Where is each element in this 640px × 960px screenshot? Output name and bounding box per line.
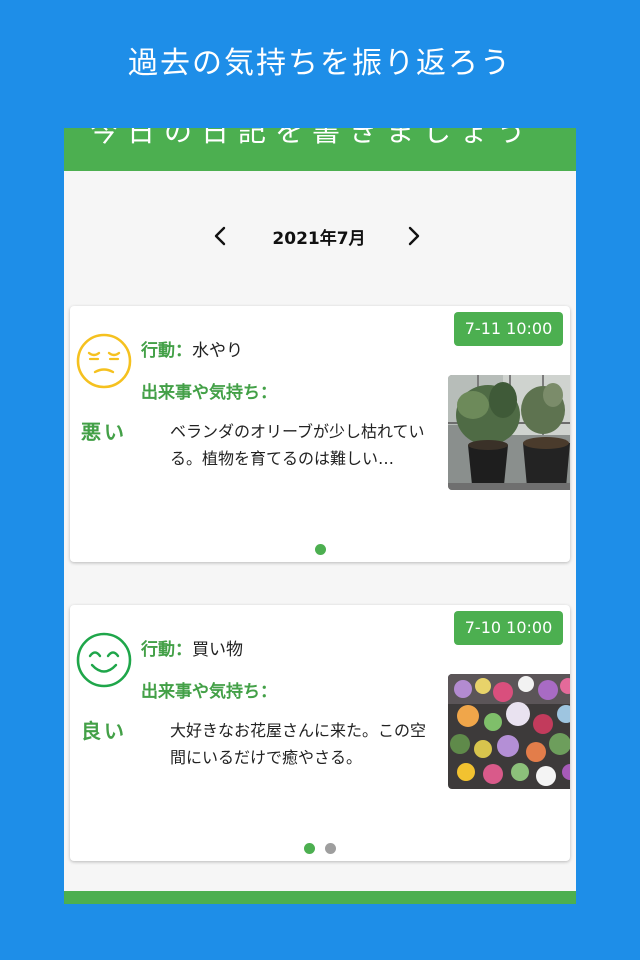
action-value: 買い物 bbox=[192, 640, 243, 660]
photo-pager-dots bbox=[70, 540, 570, 555]
phone-screen: 今日の日記を書きましょう 2021年7月 悪い 行動：水やり 出来事や気持ち： … bbox=[64, 128, 576, 904]
chevron-right-icon bbox=[408, 226, 420, 246]
diary-entry-card[interactable]: 良い 行動：買い物 出来事や気持ち： 大好きなお花屋さんに来た。この空間にいるだ… bbox=[70, 605, 570, 861]
app-bar: 今日の日記を書きましょう bbox=[64, 128, 576, 171]
pager-dot[interactable] bbox=[304, 843, 315, 854]
entry-photo[interactable] bbox=[448, 674, 570, 789]
mood-label: 悪い bbox=[81, 420, 127, 444]
chevron-left-icon bbox=[214, 226, 226, 246]
app-bar-title: 今日の日記を書きましょう bbox=[90, 128, 535, 148]
sad-face-icon bbox=[76, 333, 132, 389]
action-key: 行動： bbox=[141, 640, 192, 660]
pager-dot[interactable] bbox=[314, 544, 326, 555]
date-badge: 7-11 10:00 bbox=[454, 312, 563, 346]
next-month-button[interactable] bbox=[398, 220, 430, 252]
action-value: 水やり bbox=[192, 341, 243, 361]
mood-label: 良い bbox=[81, 719, 127, 743]
bottom-bar bbox=[64, 891, 576, 904]
diary-entry-card[interactable]: 悪い 行動：水やり 出来事や気持ち： ベランダのオリーブが少し枯れている。植物を… bbox=[70, 306, 570, 562]
action-row: 行動：水やり bbox=[141, 336, 243, 361]
promo-title: 過去の気持ちを振り返ろう bbox=[128, 46, 512, 81]
entry-text: ベランダのオリーブが少し枯れている。植物を育てるのは難しい… bbox=[170, 422, 425, 468]
entry-photo[interactable] bbox=[448, 375, 570, 490]
action-key: 行動： bbox=[141, 341, 192, 361]
date-badge: 7-10 10:00 bbox=[454, 611, 563, 645]
month-label: 2021年7月 bbox=[272, 229, 366, 249]
action-row: 行動：買い物 bbox=[141, 635, 243, 660]
feelings-label: 出来事や気持ち： bbox=[141, 383, 277, 403]
happy-face-icon bbox=[76, 632, 132, 688]
photo-pager-dots bbox=[70, 839, 570, 854]
prev-month-button[interactable] bbox=[204, 220, 236, 252]
entry-text: 大好きなお花屋さんに来た。この空間にいるだけで癒やさる。 bbox=[170, 721, 427, 767]
feelings-label: 出来事や気持ち： bbox=[141, 682, 277, 702]
pager-dot[interactable] bbox=[325, 843, 336, 854]
month-navigation: 2021年7月 bbox=[64, 216, 576, 256]
